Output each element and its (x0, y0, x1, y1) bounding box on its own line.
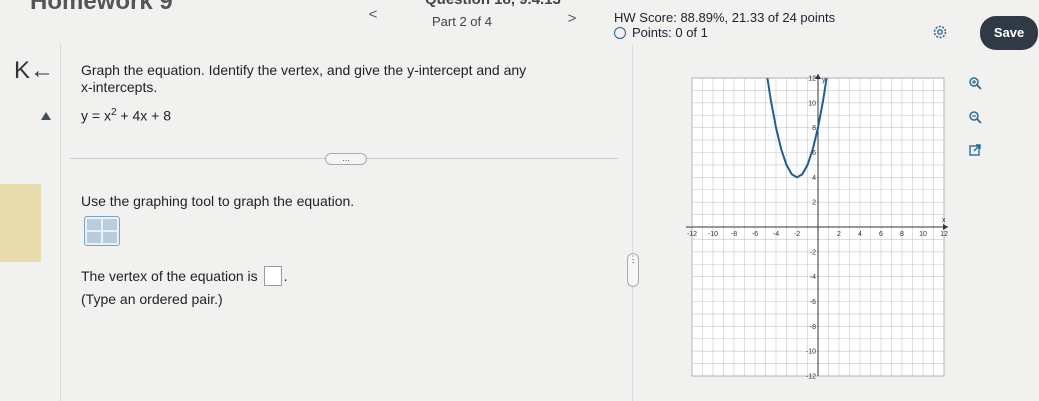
tool-cell-icon (87, 219, 101, 230)
y-tick-label: -2 (810, 249, 816, 256)
coordinate-graph[interactable]: xy-12 -10 -8 -6 -4 -2 2 4 6 8 10 1212108642-2-4-6-8… (684, 70, 948, 382)
vertex-suffix: . (283, 268, 288, 284)
equation-prefix: y = x (81, 107, 111, 124)
status-circle-icon (614, 26, 626, 39)
vertex-prefix: The vertex of the equation is (81, 268, 258, 284)
zoom-out-icon[interactable] (966, 110, 984, 128)
zoom-in-icon[interactable] (966, 76, 984, 94)
x-tick-label: -4 (773, 231, 779, 238)
points-label: Points: 0 of 1 (632, 25, 708, 40)
expand-triangle-icon[interactable] (41, 112, 51, 120)
x-tick-label: 12 (940, 231, 948, 238)
gear-glyph (933, 25, 947, 39)
question-title: Question 18, 9.4.13 (425, 0, 561, 8)
graphing-tool-button[interactable] (84, 216, 120, 246)
x-tick-label: 8 (900, 231, 904, 238)
y-tick-label: 2 (812, 200, 816, 207)
graph-instruction: Use the graphing tool to graph the equat… (81, 193, 355, 209)
pane-divider (632, 44, 633, 401)
y-tick-label: -10 (806, 349, 816, 356)
y-tick-label: 8 (812, 125, 816, 132)
answer-hint: (Type an ordered pair.) (81, 291, 223, 307)
x-tick-label: 10 (919, 231, 927, 238)
pane-resize-handle[interactable]: ⋮ (627, 253, 639, 287)
y-tick-label: 4 (812, 175, 816, 182)
tool-cell-icon (87, 232, 101, 243)
y-tick-label: -12 (806, 374, 816, 381)
equation-suffix: + 4x + 8 (116, 107, 172, 124)
vertex-answer-input[interactable] (263, 266, 282, 286)
points-status: Points: 0 of 1 (614, 25, 708, 40)
x-axis-label: x (942, 217, 946, 224)
open-new-window-icon[interactable] (966, 143, 984, 161)
question-part: Part 2 of 4 (432, 14, 492, 29)
y-tick-label: -6 (810, 299, 816, 306)
y-tick-label: 12 (808, 76, 816, 83)
y-tick-label: 10 (808, 100, 816, 107)
tool-cell-icon (103, 232, 117, 243)
collapse-left-icon[interactable]: K← (14, 59, 54, 83)
y-tick-label: -4 (810, 274, 816, 281)
x-axis-arrow (943, 224, 948, 230)
equation: y = x2 + 4x + 8 (81, 107, 171, 124)
top-bar: Homework 9 Question 18, 9.4.13 < Part 2 … (0, 0, 1039, 50)
question-prompt: Graph the equation. Identify the vertex,… (81, 62, 527, 95)
x-tick-label: -6 (752, 231, 758, 238)
save-button[interactable]: Save (980, 16, 1038, 50)
x-tick-label: 4 (858, 231, 862, 238)
tool-cell-icon (103, 219, 117, 230)
x-tick-label: 6 (879, 231, 883, 238)
vertex-question: The vertex of the equation is . (81, 266, 288, 286)
more-button[interactable]: ... (325, 153, 367, 165)
graph-panel[interactable]: x y -12 -10 -8 -6 -4 -2 2 4 6 8 10 12 12 10 8 6 4 2 -2 -4 -6 -8… (684, 70, 948, 387)
y-tick-label: -8 (810, 324, 816, 331)
gear-icon[interactable] (932, 24, 948, 40)
hw-score: HW Score: 88.89%, 21.33 of 24 points (614, 10, 836, 25)
x-tick-label: -2 (794, 231, 800, 238)
homework-title: Homework 9 (30, 0, 173, 15)
x-tick-label: -12 (687, 231, 697, 238)
x-tick-label: -10 (708, 231, 718, 238)
x-tick-label: 2 (837, 231, 841, 238)
highlight-tab (0, 184, 41, 262)
x-tick-label: -8 (731, 231, 737, 238)
previous-question-button[interactable]: < (364, 6, 382, 24)
next-question-button[interactable]: > (563, 10, 581, 28)
